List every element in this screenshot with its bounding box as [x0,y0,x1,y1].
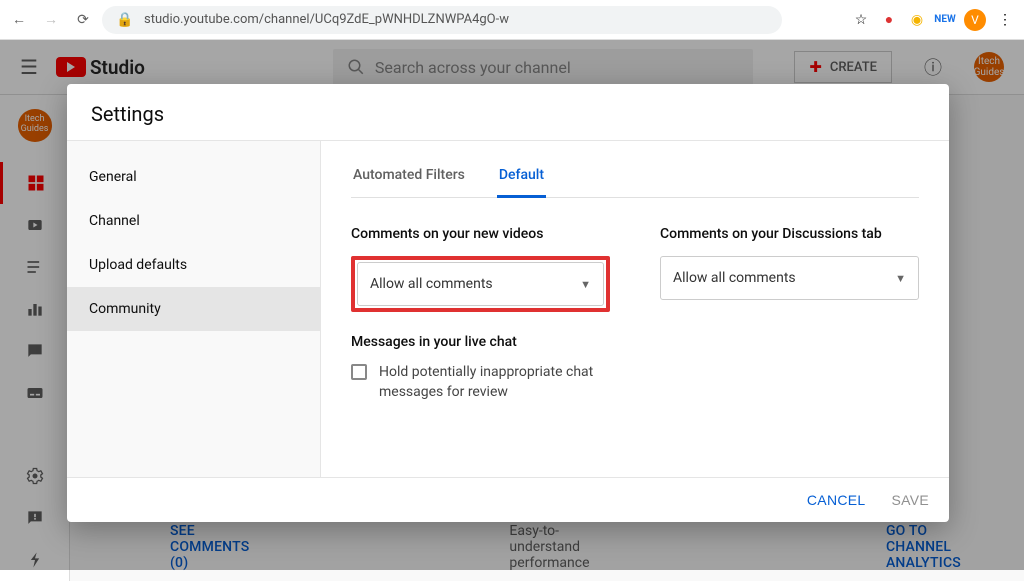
save-button[interactable]: SAVE [891,492,929,508]
settings-modal: Settings General Channel Upload defaults… [67,84,949,522]
modal-tabs: Automated Filters Default [351,149,919,198]
lock-icon: 🔒 [116,11,134,29]
label-live-chat: Messages in your live chat [351,334,610,350]
col-discussions: Comments on your Discussions tab Allow a… [660,226,919,403]
modal-title: Settings [67,84,949,126]
omnibox[interactable]: 🔒 studio.youtube.com/channel/UCq9ZdE_pWN… [102,6,782,34]
ext-icon-1[interactable]: ● [880,11,898,29]
label-comments-new-videos: Comments on your new videos [351,226,610,242]
modal-footer: CANCEL SAVE [67,477,949,522]
highlight-box: Allow all comments ▼ [351,256,610,312]
star-icon[interactable]: ☆ [852,11,870,29]
kebab-icon[interactable]: ⋮ [996,11,1014,29]
forward-icon[interactable]: → [42,11,60,29]
nav-item-general[interactable]: General [67,155,320,199]
checkbox-icon[interactable] [351,364,367,380]
ext-icon-2[interactable]: ◉ [908,11,926,29]
modal-nav: General Channel Upload defaults Communit… [67,141,321,477]
nav-item-channel[interactable]: Channel [67,199,320,243]
tab-automated-filters[interactable]: Automated Filters [351,149,467,197]
profile-avatar[interactable]: V [964,9,986,31]
col-new-videos: Comments on your new videos Allow all co… [351,226,610,403]
dropdown-caret-icon: ▼ [580,278,591,291]
label-comments-discussions: Comments on your Discussions tab [660,226,919,242]
nav-item-community[interactable]: Community [67,287,320,331]
cancel-button[interactable]: CANCEL [807,492,866,508]
select-value: Allow all comments [673,270,796,286]
checkbox-row-hold-messages[interactable]: Hold potentially inappropriate chat mess… [351,362,610,403]
modal-detail: Automated Filters Default Comments on yo… [321,141,949,477]
dropdown-caret-icon: ▼ [895,272,906,285]
ext-icon-new[interactable]: NEW [936,11,954,29]
select-value: Allow all comments [370,276,493,292]
back-icon[interactable]: ← [10,11,28,29]
url-text: studio.youtube.com/channel/UCq9ZdE_pWNHD… [144,12,509,27]
browser-toolbar: ← → ⟳ 🔒 studio.youtube.com/channel/UCq9Z… [0,0,1024,40]
checkbox-label: Hold potentially inappropriate chat mess… [379,362,599,403]
select-comments-discussions[interactable]: Allow all comments ▼ [660,256,919,300]
tab-default[interactable]: Default [497,149,546,198]
select-comments-new-videos[interactable]: Allow all comments ▼ [357,262,604,306]
reload-icon[interactable]: ⟳ [74,11,92,29]
nav-item-upload-defaults[interactable]: Upload defaults [67,243,320,287]
